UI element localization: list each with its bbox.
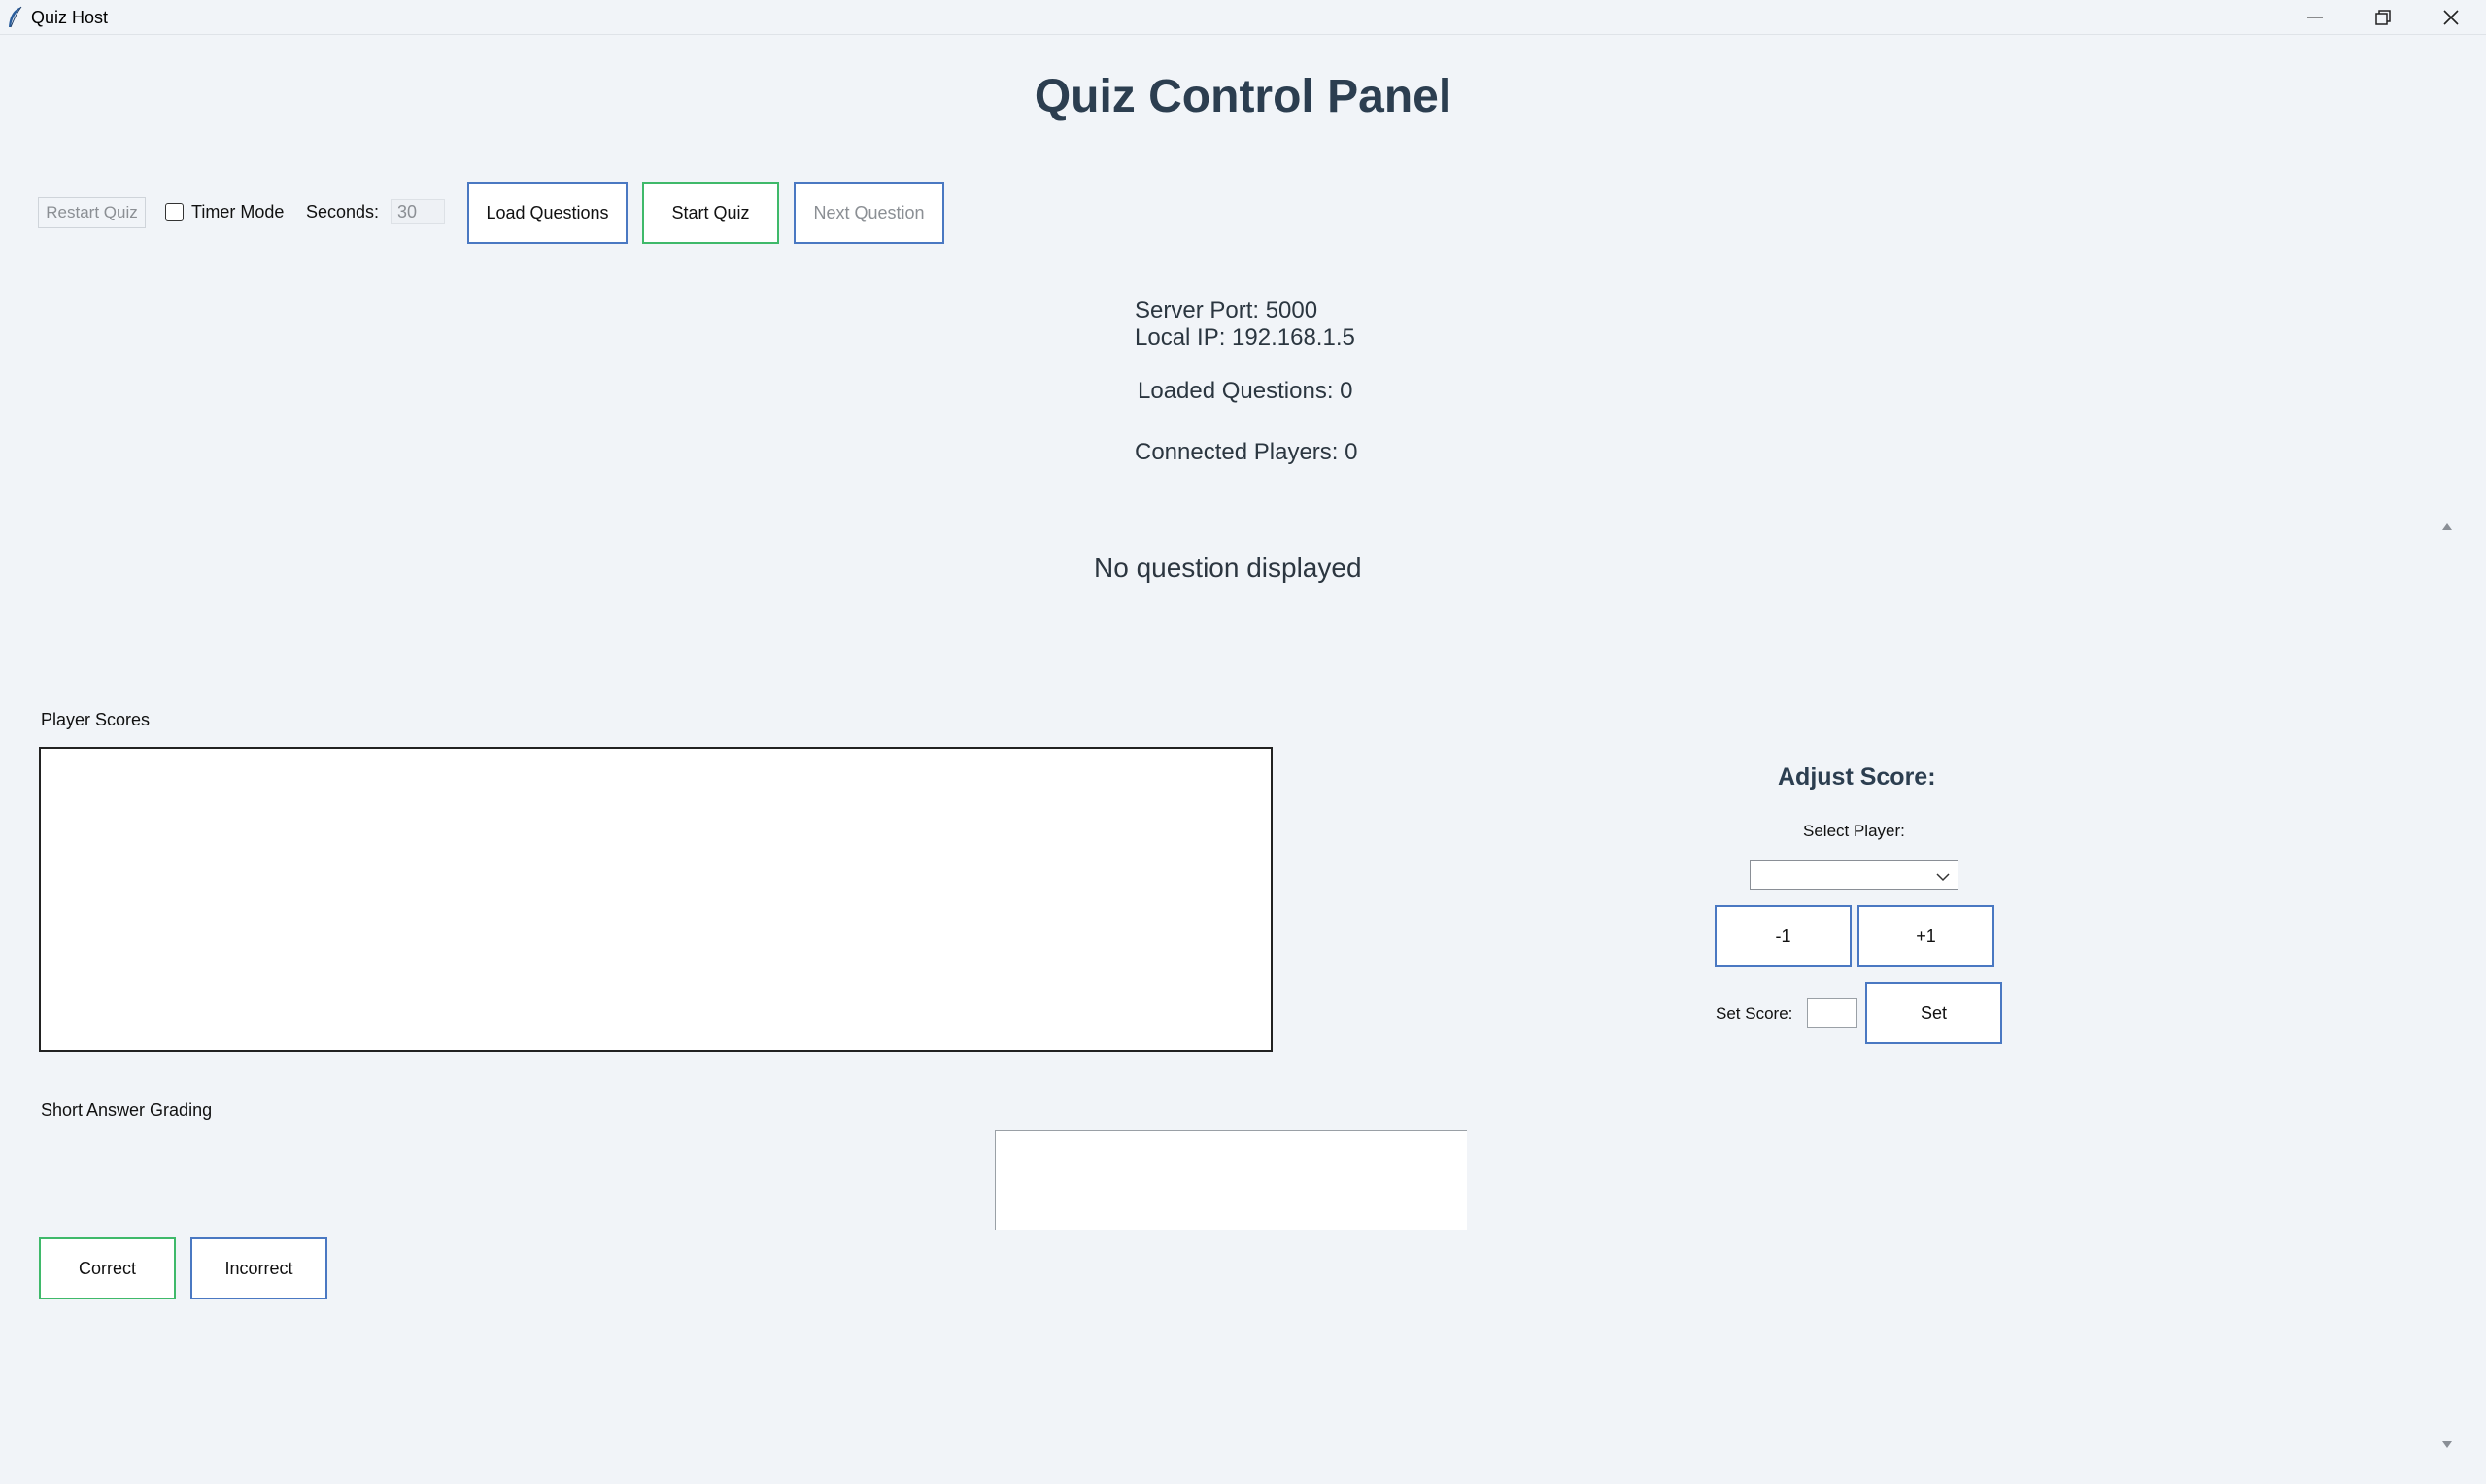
- timer-mode-label: Timer Mode: [191, 202, 285, 221]
- plus-one-button[interactable]: +1: [1857, 905, 1994, 967]
- loaded-questions-text: Loaded Questions: 0: [1138, 378, 1353, 404]
- close-icon: [2443, 10, 2459, 25]
- minus-one-button[interactable]: -1: [1715, 905, 1852, 967]
- seconds-input[interactable]: 30: [391, 199, 445, 224]
- select-player-label: Select Player:: [1803, 822, 1905, 840]
- restart-quiz-button[interactable]: Restart Quiz: [38, 197, 146, 228]
- close-button[interactable]: [2419, 0, 2483, 35]
- short-answer-grading-label: Short Answer Grading: [41, 1100, 213, 1120]
- incorrect-button[interactable]: Incorrect: [190, 1237, 327, 1299]
- next-question-button[interactable]: Next Question: [794, 182, 944, 244]
- player-select[interactable]: [1750, 860, 1958, 890]
- minimize-icon: [2307, 17, 2323, 18]
- restore-icon: [2375, 10, 2391, 25]
- window-title: Quiz Host: [31, 8, 109, 27]
- start-quiz-button[interactable]: Start Quiz: [642, 182, 779, 244]
- player-scores-list[interactable]: [39, 747, 1273, 1052]
- vertical-scrollbar[interactable]: [2436, 513, 2458, 1455]
- title-bar: Quiz Host: [0, 0, 2486, 35]
- set-score-input[interactable]: [1807, 998, 1857, 1028]
- correct-button[interactable]: Correct: [39, 1237, 176, 1299]
- minimize-button[interactable]: [2283, 0, 2347, 35]
- adjust-score-title: Adjust Score:: [1778, 763, 1936, 791]
- page-title: Quiz Control Panel: [1034, 71, 1452, 122]
- maximize-button[interactable]: [2351, 0, 2415, 35]
- seconds-label: Seconds:: [306, 202, 380, 221]
- scroll-down-icon[interactable]: [2441, 1437, 2453, 1448]
- scroll-up-icon[interactable]: [2441, 519, 2453, 530]
- chevron-down-icon: [1936, 869, 1950, 887]
- question-text: No question displayed: [1094, 553, 1362, 583]
- local-ip-text: Local IP: 192.168.1.5: [1135, 324, 1355, 351]
- short-answer-text[interactable]: [995, 1130, 1467, 1230]
- player-scores-label: Player Scores: [41, 710, 151, 729]
- set-score-label: Set Score:: [1716, 1004, 1793, 1023]
- server-port-text: Server Port: 5000: [1135, 297, 1318, 323]
- load-questions-button[interactable]: Load Questions: [467, 182, 628, 244]
- connected-players-text: Connected Players: 0: [1135, 439, 1358, 465]
- timer-mode-checkbox[interactable]: [165, 203, 184, 221]
- set-score-button[interactable]: Set: [1865, 982, 2002, 1044]
- feather-icon: [6, 6, 23, 29]
